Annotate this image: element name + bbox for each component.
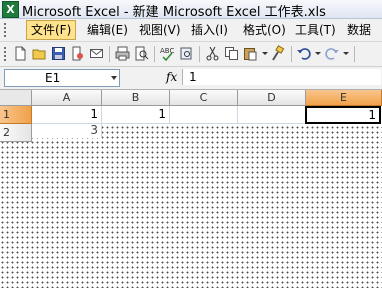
copy-icon[interactable] [223,45,240,62]
cell-b1[interactable]: 1 [102,106,170,124]
new-icon[interactable] [12,45,29,62]
research-icon[interactable] [178,45,195,62]
redo-icon[interactable] [323,45,340,62]
row-header-2[interactable]: 2 [0,124,32,142]
save-icon[interactable] [50,45,67,62]
column-header-e[interactable]: E [306,90,382,106]
print-icon[interactable] [114,45,131,62]
formula-input[interactable]: 1 [182,69,381,85]
toolbar-grip[interactable] [3,46,7,62]
print-preview-icon[interactable] [133,45,150,62]
menu-edit[interactable]: 编辑(E) [82,20,133,40]
column-header-c[interactable]: C [170,90,238,106]
chevron-down-icon[interactable] [111,76,117,80]
toolbar-separator [354,46,355,62]
menu-format[interactable]: 格式(O) [238,20,291,40]
window-title: Microsoft Excel - 新建 Microsoft Excel 工作表… [22,5,326,20]
email-icon[interactable] [88,45,105,62]
cell-e1-active[interactable]: 1 [305,106,381,124]
menu-view[interactable]: 视图(V) [134,20,186,40]
name-box-value: E1 [45,71,61,85]
toolbar-separator [109,46,110,62]
menubar-grip[interactable] [3,22,7,38]
paste-icon[interactable] [242,45,259,62]
excel-app-icon[interactable]: X [2,1,19,18]
redo-dropdown-icon[interactable] [343,52,349,55]
toolbar-separator [199,46,200,62]
fx-icon[interactable]: fx [166,70,177,84]
formula-bar: E1 fx 1 [0,67,382,90]
column-header-d[interactable]: D [238,90,306,106]
menu-insert[interactable]: 插入(I) [186,20,233,40]
menu-data[interactable]: 数据 [342,20,376,40]
toolbar-separator [154,46,155,62]
cell-a1[interactable]: 1 [32,106,102,124]
title-bar: X Microsoft Excel - 新建 Microsoft Excel 工… [0,0,382,20]
format-painter-icon[interactable] [269,45,286,62]
menu-bar: 文件(F) 编辑(E) 视图(V) 插入(I) 格式(O) 工具(T) 数据 [0,19,382,42]
menu-tools[interactable]: 工具(T) [290,20,341,40]
worksheet-grid[interactable]: A B C D E 1 1 1 1 2 3 [0,90,382,288]
select-all-corner[interactable] [0,90,32,106]
cell-c1[interactable] [170,106,238,124]
cell-a2[interactable]: 3 [32,124,102,138]
cut-icon[interactable] [204,45,221,62]
open-icon[interactable] [31,45,48,62]
menu-file[interactable]: 文件(F) [26,20,77,40]
column-header-a[interactable]: A [32,90,102,106]
cell-d1[interactable] [238,106,306,124]
permission-icon[interactable] [69,45,86,62]
paste-dropdown-icon[interactable] [262,52,268,55]
formula-value: 1 [189,70,197,84]
column-header-b[interactable]: B [102,90,170,106]
name-box[interactable]: E1 [4,69,120,87]
undo-dropdown-icon[interactable] [315,52,321,55]
toolbar-separator [291,46,292,62]
row-header-1[interactable]: 1 [0,106,32,124]
spelling-icon[interactable]: ABC [159,45,176,62]
undo-icon[interactable] [296,45,313,62]
standard-toolbar: ABC [0,42,382,67]
